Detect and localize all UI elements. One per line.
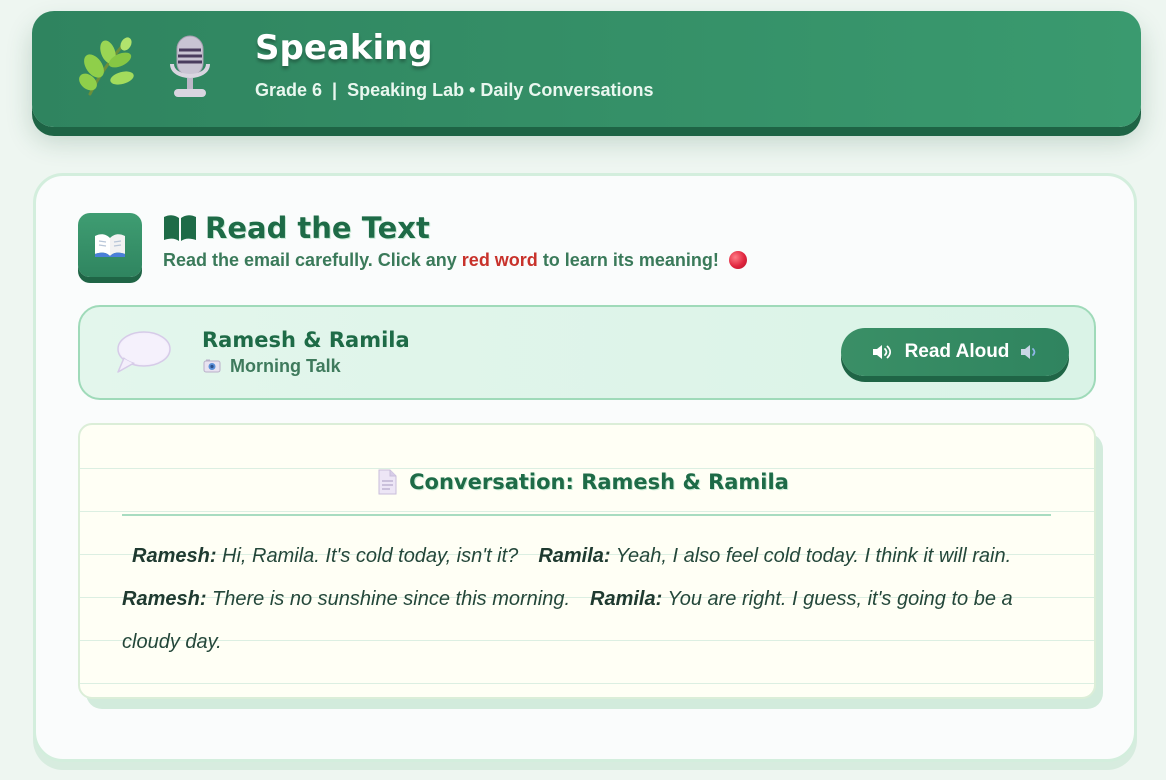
- page-subtitle: Grade 6 | Speaking Lab • Daily Conversat…: [255, 80, 654, 100]
- speaker-label: Ramila:: [590, 588, 663, 610]
- page: Speaking Grade 6 | Speaking Lab • Daily …: [0, 0, 1166, 780]
- red-circle-icon: [728, 251, 747, 269]
- read-aloud-label: Read Aloud: [904, 341, 1010, 362]
- section-icon-tile: [78, 213, 142, 277]
- section-title: Read the Text: [205, 211, 430, 245]
- page-title: Speaking: [255, 28, 433, 68]
- speaker-label: Ramila:: [538, 545, 611, 567]
- book-icon: [164, 215, 196, 241]
- speaker-icon: [872, 345, 891, 359]
- divider: [122, 514, 1051, 516]
- dialogue-text: Yeah, I also feel cold today. I think it…: [615, 545, 1012, 567]
- dialogue-text: Hi, Ramila. It's cold today, isn't it?: [222, 545, 519, 567]
- topic-label: Morning Talk: [230, 356, 341, 376]
- speaker-names: Ramesh & Ramila: [202, 328, 410, 352]
- page-icon: [378, 469, 397, 495]
- dialogue-line: Ramila: Yeah, I also feel cold today. I …: [538, 545, 1011, 567]
- camera-icon: [203, 359, 221, 373]
- herb-icon: [79, 37, 134, 96]
- open-book-icon: [95, 234, 125, 257]
- speaker-label: Ramesh:: [122, 588, 207, 610]
- dialogue-line: Ramesh: Hi, Ramila. It's cold today, isn…: [132, 545, 518, 567]
- dialogue-line: Ramesh: There is no sunshine since this …: [122, 588, 570, 610]
- dialogue-text: There is no sunshine since this morning.: [212, 588, 571, 610]
- conversation-title: Conversation: Ramesh & Ramila: [409, 470, 789, 494]
- conversation-heading: Conversation: Ramesh & Ramila: [0, 469, 1166, 495]
- microphone-icon: [170, 35, 210, 97]
- speaker-label: Ramesh:: [132, 545, 217, 567]
- conversation-text: Ramesh: Hi, Ramila. It's cold today, isn…: [122, 535, 1052, 664]
- instruction-highlight: red word: [461, 250, 538, 270]
- read-aloud-button[interactable]: Read Aloud: [841, 328, 1069, 376]
- instruction-text-start: Read the email carefully. Click any: [163, 250, 457, 270]
- speech-bubble-icon: [117, 331, 171, 373]
- section-heading: Read the Text: [163, 211, 430, 245]
- section-instruction: Read the email carefully. Click any red …: [163, 249, 747, 271]
- speaker-icon: [1021, 345, 1036, 359]
- conversation-topic: Morning Talk: [203, 356, 341, 376]
- instruction-text-end: to learn its meaning!: [542, 250, 719, 270]
